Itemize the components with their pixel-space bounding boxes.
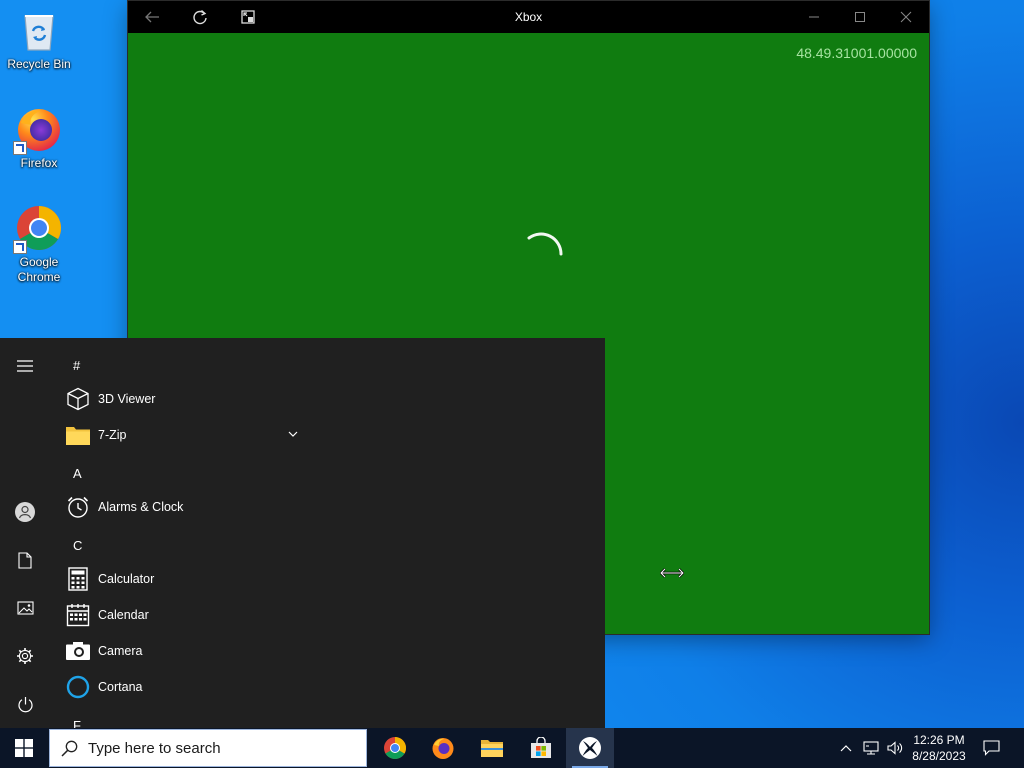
- taskbar-xbox[interactable]: [566, 728, 614, 768]
- loading-spinner-icon: [527, 232, 563, 256]
- start-menu: # 3D Viewer 7-Zip A Alarms & Clock C Cal…: [0, 338, 605, 728]
- chrome-icon: [384, 737, 406, 759]
- microsoft-store-icon: [531, 737, 551, 758]
- app-item-7-zip[interactable]: 7-Zip: [60, 417, 305, 453]
- section-header[interactable]: A: [73, 466, 82, 481]
- app-name: Alarms & Clock: [98, 500, 184, 514]
- app-name: Calendar: [98, 608, 149, 622]
- user-icon: [15, 502, 35, 522]
- taskbar-firefox[interactable]: [419, 728, 467, 768]
- resize-cursor-icon: [660, 568, 684, 578]
- refresh-icon: [193, 9, 207, 25]
- pictures-icon: [16, 601, 34, 615]
- refresh-button[interactable]: [177, 1, 223, 33]
- documents-button[interactable]: [0, 540, 50, 580]
- action-center-button[interactable]: [976, 728, 1006, 768]
- taskbar-search-box[interactable]: Type here to search: [49, 729, 367, 767]
- search-icon: [61, 740, 78, 757]
- shortcut-arrow-icon: [13, 141, 27, 155]
- documents-icon: [18, 551, 32, 569]
- cube-icon: [62, 383, 94, 415]
- pictures-button[interactable]: [0, 588, 50, 628]
- expand-menu-button[interactable]: [0, 346, 50, 386]
- window-titlebar[interactable]: Xbox: [128, 1, 929, 33]
- minimize-button[interactable]: [791, 1, 837, 33]
- chevron-up-icon: [840, 745, 852, 752]
- volume-icon: [886, 741, 902, 755]
- search-placeholder: Type here to search: [88, 739, 221, 757]
- app-name: Cortana: [98, 680, 143, 694]
- start-menu-rail: [0, 338, 50, 728]
- section-header[interactable]: F: [73, 718, 81, 728]
- section-header[interactable]: C: [73, 538, 82, 553]
- taskbar-chrome[interactable]: [371, 728, 419, 768]
- power-icon: [17, 696, 33, 712]
- chrome-icon: [13, 204, 63, 254]
- cortana-icon: [62, 671, 94, 703]
- shortcut-arrow-icon: [13, 240, 27, 254]
- camera-icon: [62, 635, 94, 667]
- app-name: 3D Viewer: [98, 392, 156, 406]
- firefox-icon: [13, 105, 63, 155]
- volume-button[interactable]: [884, 728, 906, 768]
- power-button[interactable]: [0, 684, 50, 724]
- calculator-icon: [62, 563, 94, 595]
- app-item-alarms-clock[interactable]: Alarms & Clock: [60, 489, 305, 525]
- desktop-icon-chrome[interactable]: Google Chrome: [2, 204, 76, 285]
- taskbar: Type here to search 12:26 PM 8/28/2023: [0, 728, 1024, 768]
- app-list: # 3D Viewer 7-Zip A Alarms & Clock C Cal…: [60, 338, 605, 728]
- windows-logo-icon: [15, 739, 33, 757]
- settings-icon: [17, 648, 33, 664]
- app-item-calendar[interactable]: Calendar: [60, 597, 305, 633]
- settings-button[interactable]: [0, 636, 50, 676]
- app-item-calculator[interactable]: Calculator: [60, 561, 305, 597]
- compact-overlay-icon: [241, 10, 255, 24]
- desktop-icon-recycle-bin[interactable]: Recycle Bin: [2, 6, 76, 72]
- app-item-3d-viewer[interactable]: 3D Viewer: [60, 381, 305, 417]
- desktop-icon-label: Google Chrome: [17, 255, 61, 284]
- firefox-icon: [432, 738, 454, 759]
- back-icon: [145, 11, 159, 23]
- app-name: Camera: [98, 644, 143, 658]
- app-name: 7-Zip: [98, 428, 127, 442]
- calendar-icon: [62, 599, 94, 631]
- maximize-icon: [855, 12, 865, 22]
- show-hidden-icons-button[interactable]: [836, 728, 856, 768]
- maximize-button[interactable]: [837, 1, 883, 33]
- taskbar-file-explorer[interactable]: [468, 728, 516, 768]
- desktop-icon-label: Firefox: [20, 156, 58, 170]
- section-header[interactable]: #: [73, 358, 80, 373]
- chevron-down-icon[interactable]: [288, 430, 298, 438]
- taskbar-clock[interactable]: 12:26 PM 8/28/2023: [904, 728, 974, 768]
- network-icon: [863, 741, 879, 755]
- file-explorer-icon: [481, 740, 503, 757]
- hamburger-menu-icon: [17, 360, 33, 372]
- notification-icon: [982, 740, 1000, 756]
- clock-date: 8/28/2023: [912, 749, 966, 763]
- desktop-icon-label: Recycle Bin: [7, 57, 71, 71]
- start-button[interactable]: [0, 728, 48, 768]
- alarm-clock-icon: [62, 491, 94, 523]
- compact-overlay-button[interactable]: [225, 1, 271, 33]
- app-item-cortana[interactable]: Cortana: [60, 669, 305, 705]
- user-account-button[interactable]: [0, 492, 50, 532]
- back-button[interactable]: [129, 1, 175, 33]
- app-name: Calculator: [98, 572, 155, 586]
- close-icon: [900, 11, 912, 23]
- taskbar-microsoft-store[interactable]: [517, 728, 565, 768]
- minimize-icon: [809, 16, 819, 18]
- app-item-camera[interactable]: Camera: [60, 633, 305, 669]
- clock-time: 12:26 PM: [913, 733, 965, 747]
- recycle-bin-icon: [15, 6, 63, 54]
- close-button[interactable]: [883, 1, 929, 33]
- version-label: 48.49.31001.00000: [796, 45, 917, 61]
- xbox-icon: [579, 737, 601, 759]
- folder-icon: [62, 419, 94, 451]
- desktop-icon-firefox[interactable]: Firefox: [2, 105, 76, 171]
- network-button[interactable]: [860, 728, 882, 768]
